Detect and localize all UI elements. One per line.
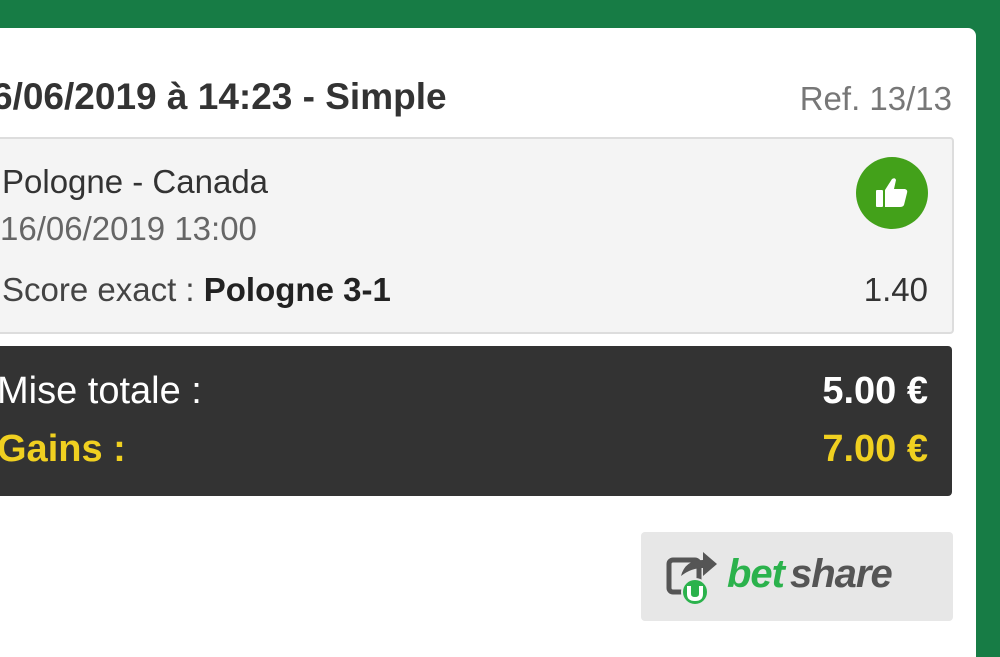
match-date: 16/06/2019 13:00 [0,210,257,247]
bet-title: 6/06/2019 à 14:23 - Simple [0,76,447,117]
share-icon [665,548,721,606]
gains-value: 7.00 € [822,428,928,470]
bet-selection-box: Pologne - Canada 16/06/2019 13:00 Score … [0,137,954,334]
gains-label: Gains : [0,428,126,470]
selection-value: Pologne 3-1 [203,271,391,308]
selection-label: Score exact : [2,271,204,308]
match-name: Pologne - Canada [2,163,269,200]
betshare-bet-text: bet [727,552,785,596]
betshare-button[interactable]: bet share [641,532,953,621]
betshare-share-text: share [790,552,893,596]
thumbs-up-icon [856,157,928,229]
stake-value: 5.00 € [822,370,928,412]
betshare-logo-text: bet share [727,552,893,597]
totals-panel: Mise totale : 5.00 € Gains : 7.00 € [0,346,952,496]
selection-row: Score exact : Pologne 3-1 [2,271,391,309]
bet-reference: Ref. 13/13 [799,80,952,117]
odds-value: 1.40 [863,271,928,308]
stake-label: Mise totale : [0,370,202,412]
bet-header: 6/06/2019 à 14:23 - Simple Ref. 13/13 [0,58,952,138]
